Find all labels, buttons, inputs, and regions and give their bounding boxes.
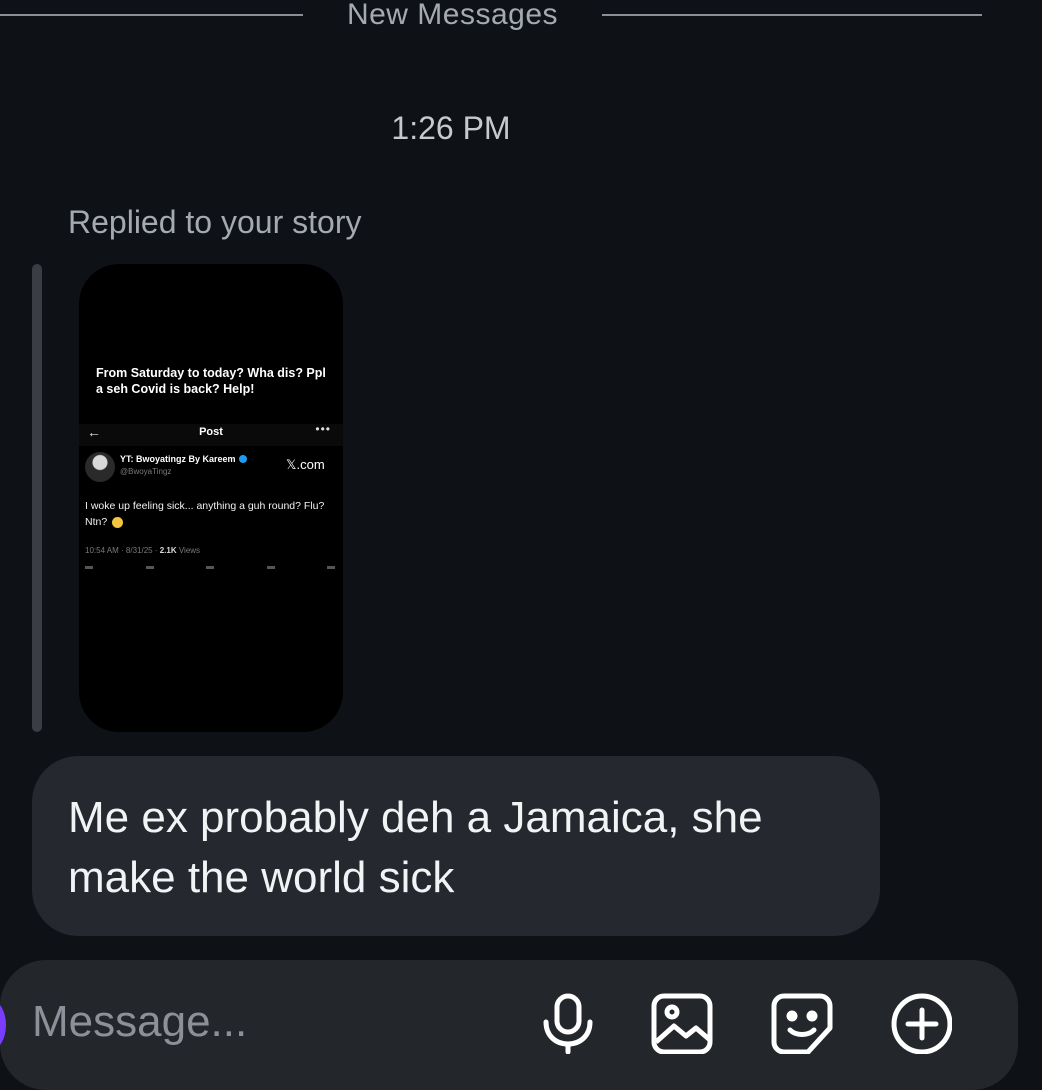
share-action-icon: [327, 566, 335, 569]
author-name-row: YT: Bwoyatingz By Kareem: [120, 454, 247, 464]
more-icon: •••: [315, 422, 331, 436]
tweet-actions: [85, 566, 335, 570]
story-caption: From Saturday to today? Wha dis? Ppl a s…: [96, 366, 326, 396]
message-bubble[interactable]: Me ex probably deh a Jamaica, she make t…: [32, 756, 880, 936]
tweet-text-row: I woke up feeling sick... anything a guh…: [85, 498, 330, 530]
microphone-icon[interactable]: [536, 990, 600, 1054]
divider-line-left: [0, 14, 303, 16]
story-thumbnail[interactable]: From Saturday to today? Wha dis? Ppl a s…: [79, 264, 343, 732]
upside-down-face-emoji-icon: [112, 516, 124, 528]
bookmark-action-icon: [266, 566, 275, 569]
plus-circle-icon[interactable]: [888, 990, 952, 1054]
repost-action-icon: [145, 566, 154, 569]
author-handle: @BwoyaTingz: [120, 467, 172, 476]
source-label: 𝕏.com: [286, 457, 325, 472]
message-text: Me ex probably deh a Jamaica, she make t…: [68, 793, 763, 902]
message-input[interactable]: [32, 992, 452, 1052]
tweet-views-count: 2.1K: [159, 546, 177, 555]
post-header: ← Post •••: [79, 422, 343, 446]
author-avatar: [85, 452, 115, 482]
reply-indicator-bar: [32, 264, 42, 732]
divider-line-right: [602, 14, 982, 16]
new-messages-label: New Messages: [346, 0, 559, 31]
author-name: YT: Bwoyatingz By Kareem: [120, 454, 236, 464]
like-action-icon: [206, 566, 214, 569]
tweet-meta-prefix: 10:54 AM · 8/31/25 ·: [85, 546, 160, 555]
tweet-meta: 10:54 AM · 8/31/25 · 2.1K Views: [85, 546, 200, 555]
verified-icon: [238, 454, 247, 463]
image-icon[interactable]: [650, 990, 714, 1054]
story-reply-label: Replied to your story: [68, 204, 362, 240]
reply-action-icon: [85, 566, 93, 569]
message-timestamp: 1:26 PM: [391, 110, 511, 146]
sticker-icon[interactable]: [770, 990, 834, 1054]
post-title: Post: [199, 426, 223, 438]
tweet-views-label: Views: [176, 546, 201, 555]
